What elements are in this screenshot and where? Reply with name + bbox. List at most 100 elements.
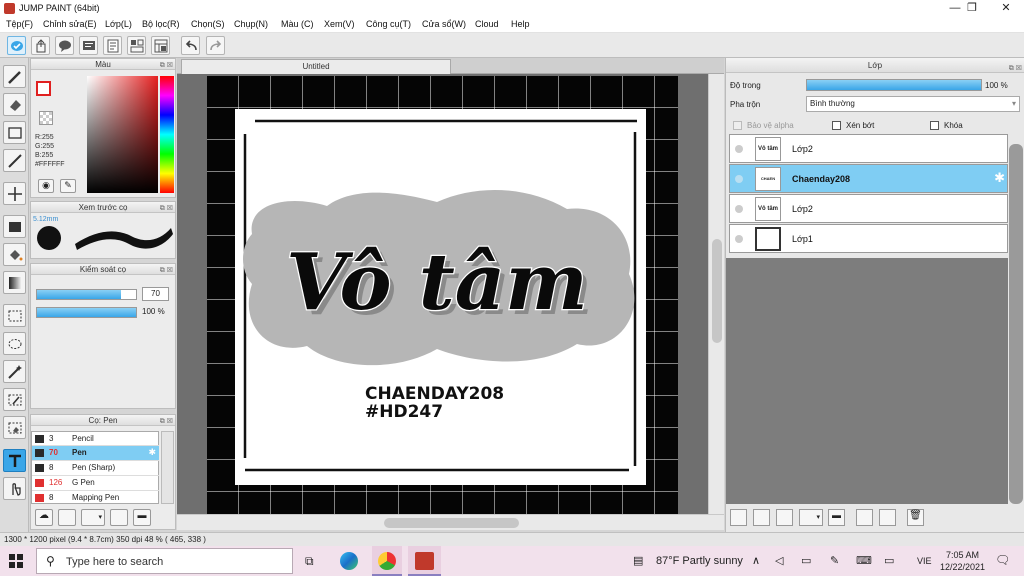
hue-slider[interactable] (160, 76, 174, 193)
brush-cloud-button[interactable]: ☁ (35, 509, 53, 526)
brush-menu-button[interactable]: ▾ (81, 509, 105, 526)
text-tool[interactable] (3, 449, 26, 472)
canvas-vertical-scrollbar[interactable] (708, 74, 724, 514)
move-tool[interactable] (3, 182, 26, 205)
eyedropper-button[interactable]: ✎ (60, 179, 76, 193)
hand-tool[interactable] (3, 477, 26, 500)
transparent-color-swatch[interactable] (39, 111, 53, 125)
tab-untitled[interactable]: Untitled (181, 59, 451, 74)
layer-row[interactable]: Lớp1 (729, 224, 1008, 253)
layer-row[interactable]: CHAEN Chaenday208 ✱ (729, 164, 1008, 193)
protect-alpha-checkbox[interactable] (733, 121, 742, 130)
clock[interactable]: 7:05 AM 12/22/2021 (940, 549, 985, 573)
horizontal-scroll-thumb[interactable] (384, 518, 519, 528)
brush-settings-button[interactable] (110, 509, 128, 526)
layer-row[interactable]: Vô tâm Lớp2 (729, 134, 1008, 163)
weather-text[interactable]: 87°F Partly sunny (656, 555, 743, 567)
layer-add-menu-button[interactable]: ▾ (799, 509, 823, 526)
layer-visibility-toggle[interactable] (735, 145, 743, 153)
new-vector-layer-button[interactable] (776, 509, 793, 526)
brush-item-mapping-pen[interactable]: 8 Mapping Pen (32, 491, 159, 505)
edge-browser-icon[interactable] (340, 552, 358, 570)
share-button[interactable] (31, 36, 50, 55)
panel-float-icon[interactable]: ⧉ ☒ (160, 203, 173, 214)
pen-workspace-icon[interactable]: ✎ (830, 554, 839, 567)
menu-window[interactable]: Cửa sổ(W) (422, 19, 466, 29)
menu-color[interactable]: Màu (C) (281, 19, 314, 29)
layer-row[interactable]: Vô tâm Lớp2 (729, 194, 1008, 223)
merge-layer-button[interactable] (879, 509, 896, 526)
network-icon[interactable]: ▭ (801, 554, 811, 567)
brush-tool[interactable] (3, 149, 26, 172)
layer-visibility-toggle[interactable] (735, 205, 743, 213)
select-rect-tool[interactable] (3, 121, 26, 144)
new-brush-button[interactable] (58, 509, 76, 526)
brush-item-pen[interactable]: 70 Pen ✱ (32, 446, 159, 461)
panel-float-icon[interactable]: ⧉ ☒ (1009, 61, 1022, 76)
keyboard-icon[interactable]: ⌨ (856, 554, 872, 567)
brush-item-pencil[interactable]: 3 Pencil (32, 432, 159, 446)
palette-button[interactable]: ◉ (38, 179, 54, 193)
menu-filter[interactable]: Bộ lọc(R) (142, 19, 180, 29)
canvas-area[interactable]: Vô tâm Vô tâm CHAENDAY208 #HD247 (177, 74, 708, 514)
panel-float-icon[interactable]: ⧉ ☒ (160, 60, 173, 71)
eraser-tool[interactable] (3, 93, 26, 116)
taskbar-search[interactable]: ⚲ Type here to search (36, 548, 293, 574)
undo-button[interactable] (181, 36, 200, 55)
menu-file[interactable]: Tệp(F) (6, 19, 33, 29)
chrome-taskbar-button[interactable] (372, 546, 402, 576)
gear-icon[interactable]: ✱ (994, 170, 1005, 186)
duplicate-layer-button[interactable] (856, 509, 873, 526)
windows-start-button[interactable] (9, 554, 23, 568)
menu-layer[interactable]: Lớp(L) (105, 19, 132, 29)
vertical-scroll-thumb[interactable] (712, 239, 722, 343)
jump-paint-taskbar-button[interactable] (408, 546, 441, 576)
brush-item-g-pen[interactable]: 126 G Pen (32, 476, 159, 491)
new-raster-layer-button[interactable] (753, 509, 770, 526)
chevron-up-icon[interactable]: ∧ (752, 554, 760, 567)
menu-tools[interactable]: Công cụ(T) (366, 19, 411, 29)
task-view-icon[interactable]: ⧉ (305, 554, 314, 569)
gear-icon[interactable]: ✱ (148, 447, 156, 458)
brush-list-scrollbar[interactable] (161, 431, 174, 504)
magic-wand-tool[interactable] (3, 360, 26, 383)
document-button[interactable] (103, 36, 122, 55)
menu-capture[interactable]: Chụp(N) (234, 19, 268, 29)
marquee-tool[interactable] (3, 304, 26, 327)
layer-opacity-slider[interactable] (806, 79, 982, 91)
message-button[interactable] (79, 36, 98, 55)
delete-layer-button[interactable]: 🗑 (907, 509, 924, 526)
brush-size-slider[interactable] (36, 289, 137, 300)
foreground-color-swatch[interactable] (36, 81, 51, 96)
comment-button[interactable] (55, 36, 74, 55)
layer-visibility-toggle[interactable] (735, 235, 743, 243)
saturation-value-picker[interactable] (87, 76, 158, 193)
brush-opacity-slider[interactable] (36, 307, 137, 318)
layer-list-scrollbar[interactable] (1009, 144, 1023, 504)
new-layer-button[interactable] (730, 509, 747, 526)
input-language[interactable]: VIE (917, 556, 932, 566)
blend-mode-select[interactable]: Bình thường ▾ (806, 96, 1020, 112)
weather-icon[interactable]: ▤ (633, 554, 643, 567)
maximize-button[interactable]: ❐ (955, 0, 989, 17)
check-tool-button[interactable] (7, 36, 26, 55)
close-button[interactable]: ✕ (989, 0, 1023, 17)
brush-folder-button[interactable]: ▬ (133, 509, 151, 526)
brush-item-pen-sharp[interactable]: 8 Pen (Sharp) (32, 461, 159, 476)
menu-select[interactable]: Chọn(S) (191, 19, 225, 29)
fill-rect-tool[interactable] (3, 215, 26, 238)
layout-button[interactable] (127, 36, 146, 55)
redo-button[interactable] (206, 36, 225, 55)
new-folder-button[interactable]: ▬ (828, 509, 845, 526)
notification-icon[interactable]: 🗨 (995, 553, 1010, 567)
bucket-tool[interactable] (3, 243, 26, 266)
lock-checkbox[interactable] (930, 121, 939, 130)
select-eraser-tool[interactable] (3, 416, 26, 439)
menu-help[interactable]: Help (511, 19, 530, 29)
layer-visibility-toggle[interactable] (735, 175, 743, 183)
menu-cloud[interactable]: Cloud (475, 19, 499, 29)
brush-size-input[interactable]: 70 (142, 287, 169, 301)
select-pen-tool[interactable] (3, 388, 26, 411)
panel-float-icon[interactable]: ⧉ ☒ (160, 416, 173, 427)
menu-edit[interactable]: Chỉnh sửa(E) (43, 19, 97, 29)
